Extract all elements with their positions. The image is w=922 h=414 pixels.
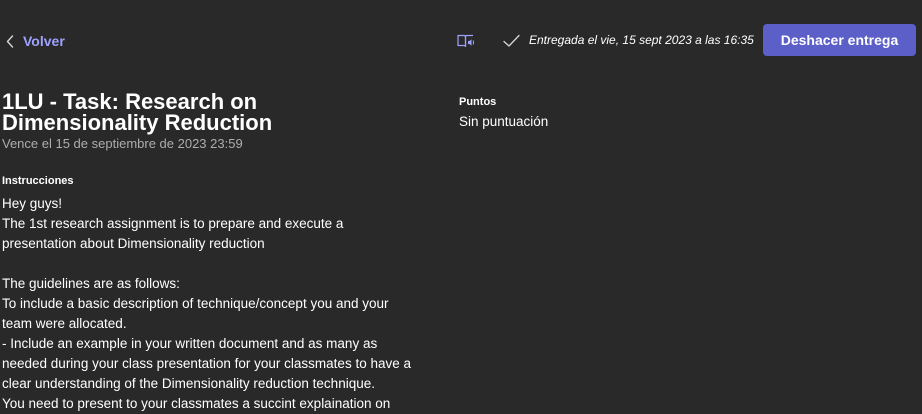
assignment-page: Volver Entregada el vie, 15 sept 2023 a … (0, 0, 922, 414)
instruction-line: team were allocated. (2, 316, 127, 331)
submission-status: Entregada el vie, 15 sept 2023 a las 16:… (529, 33, 754, 47)
instruction-line: presentation about Dimensionality reduct… (2, 236, 265, 251)
checkmark-icon (501, 31, 521, 51)
chevron-left-icon (6, 34, 14, 48)
instructions-label: Instrucciones (2, 175, 74, 187)
points-label: Puntos (459, 96, 497, 108)
undo-submission-button[interactable]: Deshacer entrega (763, 24, 916, 56)
instruction-line: You need to present to your classmates a… (2, 396, 391, 411)
instruction-line: Hey guys! (2, 196, 63, 211)
page-title: 1LU - Task: Research on Dimensionality R… (2, 91, 382, 135)
instruction-line: - Include an example in your written doc… (2, 336, 378, 351)
instruction-line: The guidelines are as follows: (2, 276, 180, 291)
instruction-line: The 1st research assignment is to prepar… (2, 216, 344, 231)
back-label: Volver (23, 33, 65, 49)
instruction-line (2, 254, 432, 274)
points-value: Sin puntuación (459, 114, 549, 129)
immersive-reader-icon[interactable] (456, 31, 476, 51)
instruction-line: clear understanding of the Dimensionalit… (2, 376, 375, 391)
back-button[interactable]: Volver (6, 31, 65, 51)
title-line-2: Dimensionality Reduction (2, 110, 273, 135)
due-date: Vence el 15 de septiembre de 2023 23:59 (2, 136, 243, 151)
instruction-line: needed during your class presentation fo… (2, 356, 411, 371)
instructions-body: Hey guys! The 1st research assignment is… (2, 194, 432, 414)
instruction-line: To include a basic description of techni… (2, 296, 389, 311)
